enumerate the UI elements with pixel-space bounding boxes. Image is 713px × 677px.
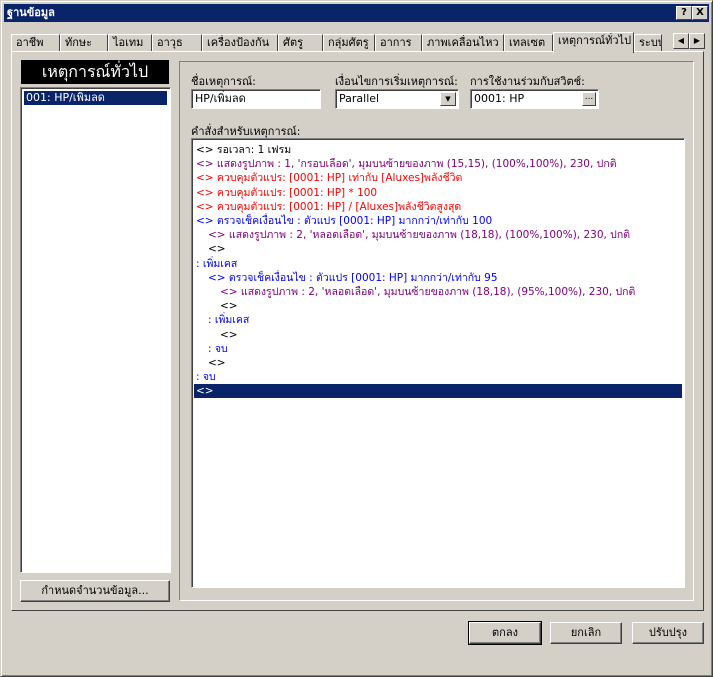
tab-scroll-left-icon[interactable]: ◀ bbox=[673, 33, 689, 49]
tab-scroll-right-icon[interactable]: ▶ bbox=[689, 33, 705, 49]
command-line[interactable]: : จบ bbox=[194, 342, 228, 356]
event-name-label: ชื่อเหตุการณ์: bbox=[191, 75, 256, 88]
command-line[interactable]: : เพิ่มเคส bbox=[194, 257, 237, 271]
command-line[interactable]: <> bbox=[194, 328, 238, 342]
condition-select[interactable]: Parallel ▼ bbox=[335, 89, 459, 109]
switch-value: 0001: HP bbox=[474, 92, 525, 105]
event-list[interactable]: 001: HP/เพิ่มลด bbox=[20, 87, 171, 573]
tab-8[interactable]: ภาพเคลื่อนไหว bbox=[422, 34, 504, 52]
tab-2[interactable]: ไอเทม bbox=[108, 34, 152, 52]
command-line[interactable]: <> bbox=[194, 299, 238, 313]
apply-button[interactable]: ปรับปรุง bbox=[632, 622, 704, 644]
title-bar: ฐานข้อมูล ? X bbox=[4, 4, 709, 22]
tab-4[interactable]: เครื่องป้องกัน bbox=[202, 34, 278, 52]
command-line[interactable]: <> bbox=[194, 356, 226, 370]
switch-field[interactable]: 0001: HP ... bbox=[470, 89, 599, 109]
command-line[interactable]: : เพิ่มเคส bbox=[194, 313, 249, 327]
command-line[interactable]: <> แสดงรูปภาพ : 2, 'หลอดเลือด', มุมบนซ้า… bbox=[194, 228, 630, 242]
switch-browse-button[interactable]: ... bbox=[582, 92, 596, 106]
tab-10[interactable]: เหตุการณ์ทั่วไป bbox=[553, 32, 634, 53]
tab-1[interactable]: ทักษะ bbox=[60, 34, 108, 52]
command-line[interactable]: <> รอเวลา: 1 เฟรม bbox=[194, 143, 291, 157]
command-line[interactable]: <> แสดงรูปภาพ : 2, 'หลอดเลือด', มุมบนซ้า… bbox=[194, 285, 635, 299]
tab-0[interactable]: อาชีพ bbox=[11, 34, 60, 52]
tab-11[interactable]: ระบบ bbox=[634, 34, 662, 52]
command-line[interactable]: <> ตรวจเช็คเงื่อนไข : ตัวแปร [0001: HP] … bbox=[194, 214, 492, 228]
list-title: เหตุการณ์ทั่วไป bbox=[21, 60, 169, 84]
list-item[interactable]: 001: HP/เพิ่มลด bbox=[24, 91, 167, 105]
command-line[interactable]: <> bbox=[194, 384, 682, 399]
tab-3[interactable]: อาวุธ bbox=[152, 34, 202, 52]
tab-strip: อาชีพ ทักษะ ไอเทม อาวุธ เครื่องป้องกัน ศัตรูก… bbox=[11, 32, 705, 53]
set-count-button[interactable]: กำหนดจำนวนข้อมูล... bbox=[20, 580, 170, 602]
help-button[interactable]: ? bbox=[676, 6, 692, 20]
command-line[interactable]: : จบ bbox=[194, 370, 216, 384]
command-line[interactable]: <> ตรวจเช็คเงื่อนไข : ตัวแปร [0001: HP] … bbox=[194, 271, 498, 285]
command-line[interactable]: <> แสดงรูปภาพ : 1, 'กรอบเลือด', มุมบนซ้า… bbox=[194, 157, 617, 171]
command-line[interactable]: <> bbox=[194, 242, 226, 256]
tab-9[interactable]: เทลเซต bbox=[504, 34, 553, 52]
chevron-down-icon[interactable]: ▼ bbox=[440, 92, 456, 106]
command-list[interactable]: <> รอเวลา: 1 เฟรม <> แสดงรูปภาพ : 1, 'กรอ… bbox=[191, 138, 685, 588]
command-line[interactable]: <> ควบคุมตัวแปร: [0001: HP] / [Aluxes]พล… bbox=[194, 200, 461, 214]
tab-7[interactable]: อาการ bbox=[375, 34, 422, 52]
tab-5[interactable]: ศัตรู bbox=[278, 34, 323, 52]
close-button[interactable]: X bbox=[692, 6, 708, 20]
condition-value: Parallel bbox=[339, 92, 380, 105]
tab-6[interactable]: กลุ่มศัตรู bbox=[323, 34, 375, 52]
event-name-field[interactable]: HP/เพิ่มลด bbox=[191, 89, 321, 109]
condition-label: เงื่อนไขการเริ่มเหตุการณ์: bbox=[335, 75, 458, 88]
cancel-button[interactable]: ยกเลิก bbox=[550, 622, 622, 644]
command-line[interactable]: <> ควบคุมตัวแปร: [0001: HP] เท่ากับ [Alu… bbox=[194, 171, 462, 185]
command-line[interactable]: <> ควบคุมตัวแปร: [0001: HP] * 100 bbox=[194, 186, 377, 200]
window-title: ฐานข้อมูล bbox=[7, 6, 55, 19]
database-window: ฐานข้อมูล ? X อาชีพ ทักษะ ไอเทม อาวุธ เครื่อ… bbox=[0, 0, 713, 677]
ok-button[interactable]: ตกลง bbox=[468, 621, 542, 645]
switch-label: การใช้งานร่วมกับสวิตช์: bbox=[470, 75, 585, 88]
